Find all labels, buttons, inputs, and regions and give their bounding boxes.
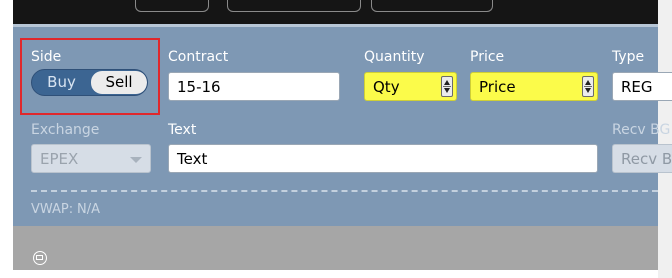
contract-label: Contract: [168, 49, 229, 65]
message-icon[interactable]: [33, 251, 47, 265]
exchange-select: EPEX: [31, 144, 151, 173]
price-label: Price: [470, 49, 505, 65]
section-divider: [31, 190, 658, 192]
top-toolbar: [13, 0, 658, 24]
contract-input[interactable]: 15-16: [168, 72, 340, 101]
exchange-value: EPEX: [40, 150, 79, 168]
spinner-arrows-icon[interactable]: [582, 76, 594, 97]
toolbar-control[interactable]: [371, 0, 493, 12]
recv-bg-input: Recv BG: [612, 144, 672, 173]
quantity-input[interactable]: Qty: [364, 72, 457, 101]
exchange-label: Exchange: [31, 122, 100, 138]
toolbar-control[interactable]: [227, 0, 361, 12]
text-label: Text: [168, 122, 197, 138]
quantity-label: Quantity: [364, 49, 425, 65]
type-label: Type: [612, 49, 645, 65]
price-input[interactable]: Price: [470, 72, 598, 101]
selection-highlight-box: [20, 38, 160, 115]
price-placeholder: Price: [479, 78, 516, 96]
text-input[interactable]: Text: [168, 144, 598, 173]
chevron-down-icon: [130, 157, 142, 163]
recv-bg-label: Recv BG: [612, 122, 671, 138]
vwap-label: VWAP:: [31, 202, 74, 217]
status-bar: [13, 226, 658, 270]
type-select[interactable]: REG: [612, 72, 672, 101]
toolbar-control[interactable]: [135, 0, 209, 12]
vwap-value: N/A: [77, 202, 100, 217]
quantity-placeholder: Qty: [373, 78, 400, 96]
spinner-arrows-icon[interactable]: [441, 76, 453, 97]
